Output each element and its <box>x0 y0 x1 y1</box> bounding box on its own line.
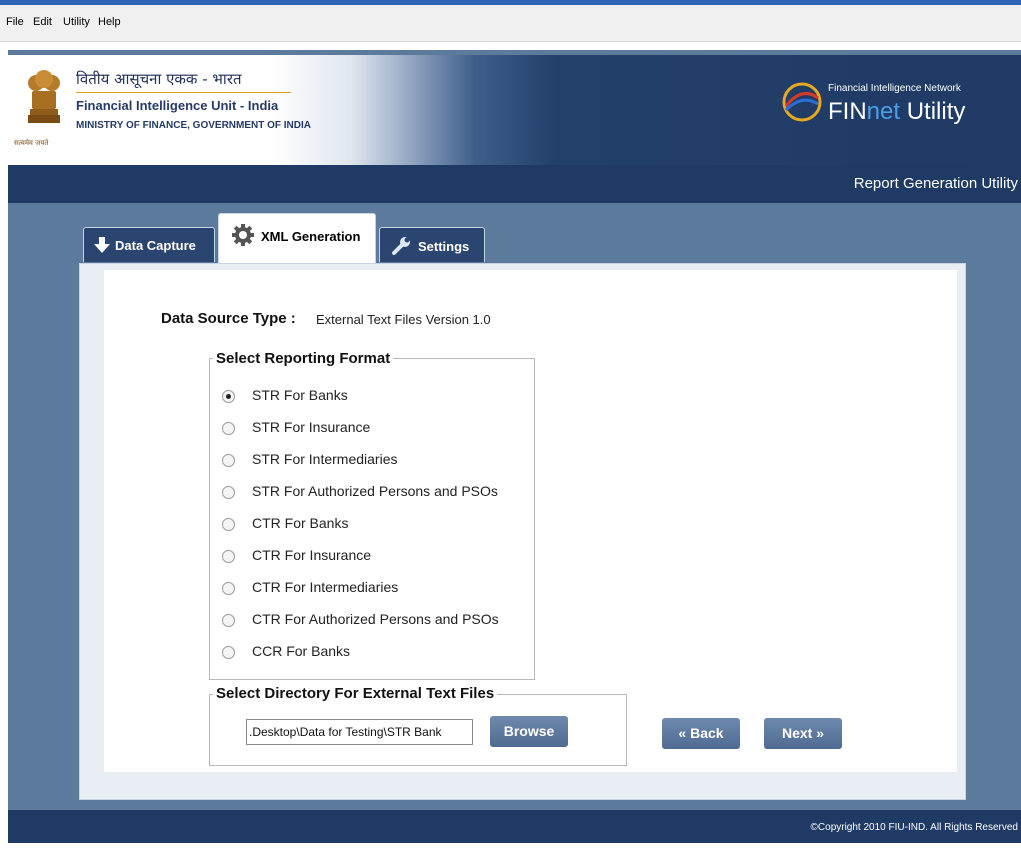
radio-button[interactable] <box>222 582 235 595</box>
ministry-name: MINISTRY OF FINANCE, GOVERNMENT OF INDIA <box>76 120 312 131</box>
arrow-down-icon <box>94 237 110 253</box>
data-source-label: Data Source Type : <box>161 310 296 327</box>
radio-ccr-banks[interactable]: CCR For Banks <box>222 642 532 666</box>
radio-label: STR For Insurance <box>252 419 371 435</box>
tab-settings[interactable]: Settings <box>379 227 485 262</box>
tab-label: Data Capture <box>115 238 196 253</box>
product-title: FINnet Utility <box>828 98 965 126</box>
browse-button[interactable]: Browse <box>490 716 568 747</box>
radio-ctr-insurance[interactable]: CTR For Insurance <box>222 546 532 570</box>
radio-str-intermediaries[interactable]: STR For Intermediaries <box>222 450 532 474</box>
gear-icon <box>232 224 254 246</box>
radio-button[interactable] <box>222 614 235 627</box>
header-banner: सत्यमेव जयते वितीय आसूचना एकक - भारत Fin… <box>8 55 1021 165</box>
radio-label: STR For Intermediaries <box>252 451 398 467</box>
next-button[interactable]: Next » <box>764 718 842 749</box>
tab-data-capture[interactable]: Data Capture <box>83 227 215 262</box>
subheader-title: Report Generation Utility <box>853 175 1018 192</box>
org-name: Financial Intelligence Unit - India <box>76 98 279 113</box>
radio-str-authorized[interactable]: STR For Authorized Persons and PSOs <box>222 482 532 506</box>
emblem-motto: सत्यमेव जयते <box>14 139 49 147</box>
tab-label: XML Generation <box>261 229 361 244</box>
subheader-bar: Report Generation Utility <box>8 165 1021 203</box>
radio-label: STR For Authorized Persons and PSOs <box>252 483 498 499</box>
directory-legend: Select Directory For External Text Files <box>213 685 498 702</box>
tab-label: Settings <box>418 239 470 254</box>
radio-button[interactable] <box>222 422 235 435</box>
radio-ctr-banks[interactable]: CTR For Banks <box>222 514 532 538</box>
radio-label: CTR For Authorized Persons and PSOs <box>252 611 499 627</box>
radio-ctr-authorized[interactable]: CTR For Authorized Persons and PSOs <box>222 610 532 634</box>
data-source-value: External Text Files Version 1.0 <box>316 312 491 327</box>
radio-label: CCR For Banks <box>252 643 351 659</box>
radio-ctr-intermediaries[interactable]: CTR For Intermediaries <box>222 578 532 602</box>
menu-edit[interactable]: Edit <box>33 16 52 28</box>
radio-button[interactable] <box>222 550 235 563</box>
directory-path-input[interactable] <box>246 719 473 745</box>
product-suffix: Utility <box>900 98 966 125</box>
tab-xml-generation[interactable]: XML Generation <box>218 213 376 266</box>
radio-str-banks[interactable]: STR For Banks <box>222 386 532 410</box>
back-button[interactable]: « Back <box>662 718 740 749</box>
finnet-logo-icon <box>782 82 822 122</box>
radio-label: CTR For Intermediaries <box>252 579 399 595</box>
radio-button[interactable] <box>222 390 235 403</box>
menu-file[interactable]: File <box>6 16 24 28</box>
radio-button[interactable] <box>222 646 235 659</box>
hindi-title: वितीय आसूचना एकक - भारत <box>76 70 242 88</box>
national-emblem-icon <box>28 70 60 123</box>
radio-button[interactable] <box>222 518 235 531</box>
network-label: Financial Intelligence Network <box>828 83 961 94</box>
footer-bar: ©Copyright 2010 FIU-IND. All Rights Rese… <box>8 810 1021 843</box>
copyright-text: ©Copyright 2010 FIU-IND. All Rights Rese… <box>810 822 1018 833</box>
radio-label: STR For Banks <box>252 387 348 403</box>
reporting-format-legend: Select Reporting Format <box>213 350 394 367</box>
title-divider <box>76 92 291 93</box>
radio-label: CTR For Insurance <box>252 547 372 563</box>
radio-str-insurance[interactable]: STR For Insurance <box>222 418 532 442</box>
menu-utility[interactable]: Utility <box>63 16 90 28</box>
product-prefix: FIN <box>828 98 867 125</box>
menu-bar: File Edit Utility Help <box>0 5 1021 42</box>
product-net: net <box>866 98 901 125</box>
menu-help[interactable]: Help <box>98 16 121 28</box>
radio-label: CTR For Banks <box>252 515 349 531</box>
wrench-icon <box>392 237 410 255</box>
radio-button[interactable] <box>222 486 235 499</box>
radio-button[interactable] <box>222 454 235 467</box>
